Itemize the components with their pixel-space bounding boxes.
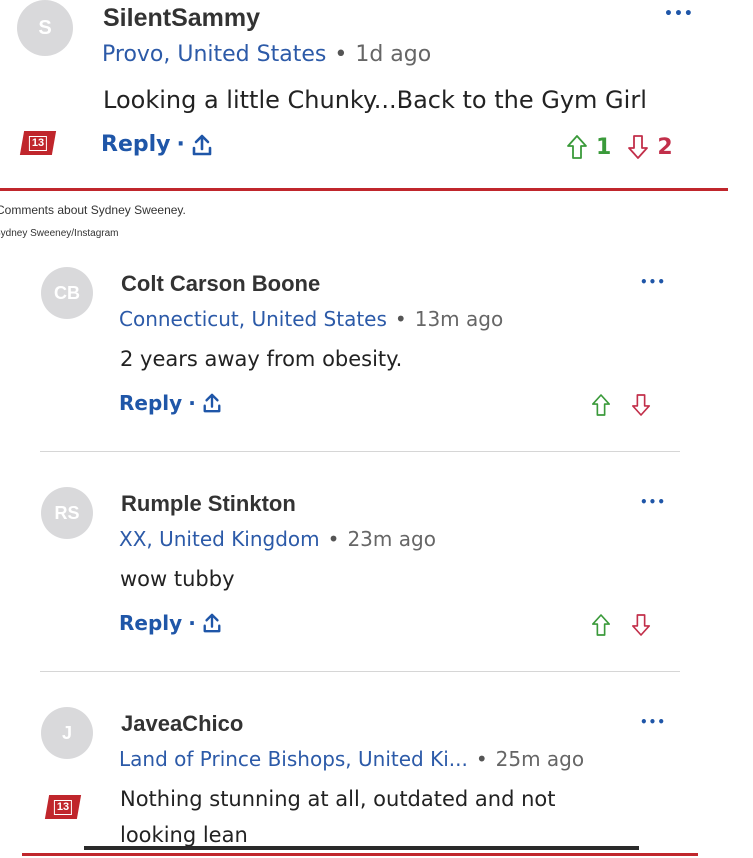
username[interactable]: SilentSammy (103, 4, 260, 33)
reply-button[interactable]: Reply (119, 391, 182, 415)
comment-text: Looking a little Chunky...Back to the Gy… (103, 86, 647, 114)
vote-controls (591, 393, 651, 417)
username[interactable]: Rumple Stinkton (121, 491, 296, 517)
upvote-count: 1 (596, 134, 612, 160)
username[interactable]: JaveaChico (121, 711, 243, 737)
share-icon[interactable] (191, 133, 213, 157)
vote-controls (591, 613, 651, 637)
comment-meta: Connecticut, United States • 13m ago (119, 307, 503, 331)
vote-controls: 1 2 (566, 134, 673, 160)
comment-divider (40, 671, 680, 672)
more-options-button[interactable]: ••• (664, 6, 694, 22)
comment-meta: Land of Prince Bishops, United Ki... • 25m… (119, 747, 584, 771)
timestamp: 1d ago (355, 42, 432, 67)
upvote-arrow-icon[interactable] (566, 134, 588, 160)
more-options-button[interactable]: ••• (640, 495, 666, 509)
more-options-button[interactable]: ••• (640, 715, 666, 729)
location: Provo, United States (102, 42, 327, 67)
timestamp: 23m ago (347, 527, 436, 551)
timestamp: 13m ago (414, 307, 504, 331)
downvote-arrow-icon[interactable] (631, 393, 651, 417)
reply-actions: Reply · (101, 132, 213, 157)
comment-text: 2 years away from obesity. (120, 347, 403, 371)
comment-divider (40, 451, 680, 452)
downvote-arrow-icon[interactable] (627, 134, 649, 160)
comment-meta: XX, United Kingdom • 23m ago (119, 527, 436, 551)
comment-text-continued: looking lean (120, 823, 248, 847)
location: Land of Prince Bishops, United Ki... (119, 747, 468, 771)
image-credit: Sydney Sweeney/Instagram (0, 228, 119, 239)
share-icon[interactable] (202, 392, 222, 414)
location: XX, United Kingdom (119, 527, 320, 551)
location: Connecticut, United States (119, 307, 387, 331)
more-options-button[interactable]: ••• (640, 275, 666, 289)
section-divider (0, 188, 728, 191)
separator-dot: • (475, 747, 488, 771)
downvote-count: 2 (657, 134, 673, 160)
comment-count-badge: 13 (19, 131, 57, 155)
avatar: S (17, 0, 73, 56)
avatar: J (41, 707, 93, 759)
separator-dot: • (334, 42, 348, 67)
bottom-bar (84, 846, 639, 850)
comment-text: Nothing stunning at all, outdated and no… (120, 787, 556, 811)
reply-button[interactable]: Reply (101, 132, 171, 157)
avatar: RS (41, 487, 93, 539)
separator-dot: • (394, 307, 407, 331)
upvote-arrow-icon[interactable] (591, 613, 611, 637)
section-divider (22, 853, 698, 856)
separator-dot: • (327, 527, 340, 551)
reply-actions: Reply · (119, 391, 222, 415)
reply-actions: Reply · (119, 611, 222, 635)
username[interactable]: Colt Carson Boone (121, 271, 320, 297)
share-icon[interactable] (202, 612, 222, 634)
downvote-arrow-icon[interactable] (631, 613, 651, 637)
timestamp: 25m ago (495, 747, 585, 771)
comment-count-badge: 13 (44, 795, 82, 819)
comment-text: wow tubby (120, 567, 235, 591)
avatar: CB (41, 267, 93, 319)
image-caption: Comments about Sydney Sweeney. (0, 203, 186, 217)
comment-meta: Provo, United States • 1d ago (102, 42, 431, 67)
upvote-arrow-icon[interactable] (591, 393, 611, 417)
reply-button[interactable]: Reply (119, 611, 182, 635)
